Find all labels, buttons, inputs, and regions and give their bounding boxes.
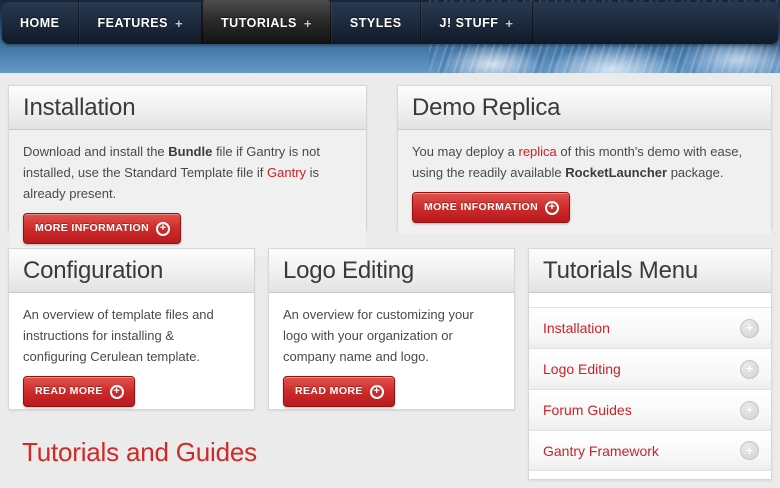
plus-circle-icon: +: [156, 222, 170, 236]
more-information-button[interactable]: MORE INFORMATION +: [412, 192, 570, 223]
panel-title: Tutorials Menu: [543, 257, 698, 285]
installation-panel: Installation Download and install the Bu…: [8, 85, 367, 230]
logo-editing-panel: Logo Editing An overview for customizing…: [268, 248, 515, 410]
demo-replica-panel-header: Demo Replica: [398, 86, 771, 130]
menu-item-label: Forum Guides: [543, 402, 632, 418]
nav-item-home[interactable]: HOME: [2, 2, 79, 44]
tutorials-menu-panel: Tutorials Menu Installation + Logo Editi…: [528, 248, 772, 480]
installation-panel-body: Download and install the Bundle file if …: [9, 130, 366, 256]
dropdown-plus-icon: +: [175, 16, 183, 31]
bottom-module-row: Configuration An overview of template fi…: [8, 248, 515, 410]
logo-editing-panel-header: Logo Editing: [269, 249, 514, 293]
button-label: MORE INFORMATION: [35, 218, 149, 239]
bottom-left-column: Configuration An overview of template fi…: [8, 248, 515, 480]
nav-item-label: FEATURES: [98, 16, 168, 30]
panel-title: Configuration: [23, 257, 163, 285]
menu-item-label: Installation: [543, 320, 610, 336]
plus-circle-icon: +: [740, 401, 759, 420]
more-information-button[interactable]: MORE INFORMATION +: [23, 213, 181, 244]
demo-replica-panel: Demo Replica You may deploy a replica of…: [397, 85, 772, 230]
button-label: MORE INFORMATION: [424, 197, 538, 218]
tutorials-menu-list: Installation + Logo Editing + Forum Guid…: [529, 293, 771, 471]
installation-panel-header: Installation: [9, 86, 366, 130]
nav-item-label: J! STUFF: [440, 16, 499, 30]
nav-item-label: HOME: [20, 16, 60, 30]
top-module-row: Installation Download and install the Bu…: [8, 85, 772, 230]
configuration-panel: Configuration An overview of template fi…: [8, 248, 255, 410]
bottom-right-column: Tutorials Menu Installation + Logo Editi…: [528, 248, 772, 480]
read-more-button[interactable]: READ MORE +: [23, 376, 135, 407]
plus-circle-icon: +: [370, 385, 384, 399]
read-more-button[interactable]: READ MORE +: [283, 376, 395, 407]
plus-circle-icon: +: [545, 201, 559, 215]
nav-item-j-stuff[interactable]: J! STUFF +: [421, 2, 533, 44]
menu-item-label: Gantry Framework: [543, 443, 659, 459]
plus-circle-icon: +: [740, 360, 759, 379]
tutorials-menu-header: Tutorials Menu: [529, 249, 771, 293]
configuration-panel-body: An overview of template files and instru…: [9, 293, 254, 419]
configuration-panel-header: Configuration: [9, 249, 254, 293]
nav-item-label: TUTORIALS: [221, 16, 297, 30]
nav-item-styles[interactable]: STYLES: [331, 2, 421, 44]
demo-replica-text: You may deploy a replica of this month's…: [412, 141, 757, 183]
bottom-section: Configuration An overview of template fi…: [8, 248, 772, 480]
panel-title: Logo Editing: [283, 257, 414, 285]
header-image-band: HOME FEATURES + TUTORIALS + STYLES J! ST…: [0, 0, 780, 73]
logo-editing-text: An overview for customizing your logo wi…: [283, 304, 500, 367]
menu-item-logo-editing[interactable]: Logo Editing +: [529, 348, 771, 389]
plus-circle-icon: +: [740, 319, 759, 338]
logo-editing-panel-body: An overview for customizing your logo wi…: [269, 293, 514, 419]
main-navigation: HOME FEATURES + TUTORIALS + STYLES J! ST…: [2, 2, 778, 44]
plus-circle-icon: +: [740, 441, 759, 460]
nav-item-label: STYLES: [350, 16, 402, 30]
menu-item-installation[interactable]: Installation +: [529, 307, 771, 348]
demo-replica-panel-body: You may deploy a replica of this month's…: [398, 130, 771, 235]
dropdown-plus-icon: +: [505, 16, 513, 31]
plus-circle-icon: +: [110, 385, 124, 399]
configuration-text: An overview of template files and instru…: [23, 304, 240, 367]
button-label: READ MORE: [295, 381, 363, 402]
installation-text: Download and install the Bundle file if …: [23, 141, 352, 204]
main-content: Installation Download and install the Bu…: [0, 73, 780, 480]
section-heading: Tutorials and Guides: [22, 437, 515, 468]
button-label: READ MORE: [35, 381, 103, 402]
panel-title: Installation: [23, 94, 135, 122]
panel-title: Demo Replica: [412, 94, 560, 122]
menu-item-forum-guides[interactable]: Forum Guides +: [529, 389, 771, 430]
menu-item-gantry-framework[interactable]: Gantry Framework +: [529, 430, 771, 471]
dropdown-plus-icon: +: [304, 16, 312, 31]
nav-item-tutorials[interactable]: TUTORIALS +: [202, 0, 331, 44]
nav-item-features[interactable]: FEATURES +: [79, 2, 203, 44]
menu-item-label: Logo Editing: [543, 361, 621, 377]
